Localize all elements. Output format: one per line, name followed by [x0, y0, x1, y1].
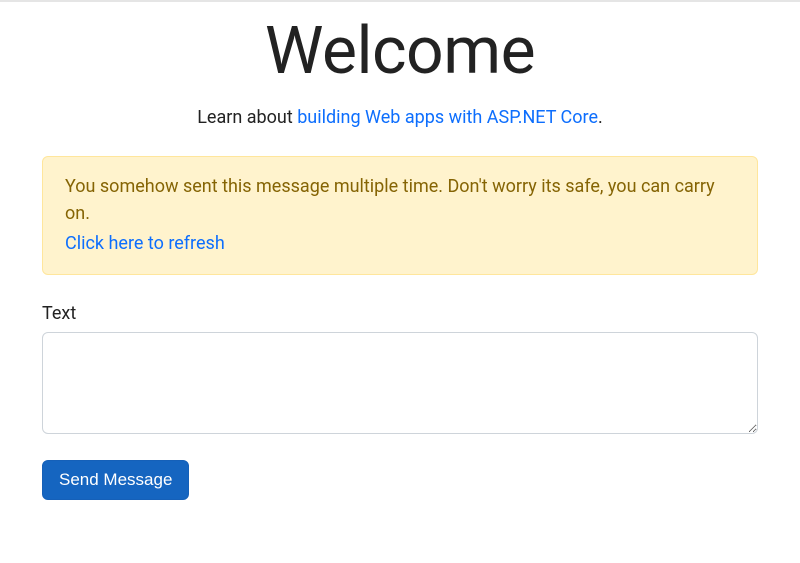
alert-message: You somehow sent this message multiple t… — [65, 176, 715, 225]
hero-section: Welcome Learn about building Web apps wi… — [42, 2, 758, 128]
subtitle: Learn about building Web apps with ASP.N… — [42, 107, 758, 128]
page-title: Welcome — [42, 16, 758, 89]
learn-link[interactable]: building Web apps with ASP.NET Core — [297, 107, 598, 128]
subtitle-prefix: Learn about — [197, 107, 297, 128]
text-input[interactable] — [42, 332, 758, 434]
subtitle-suffix: . — [598, 107, 603, 128]
refresh-link[interactable]: Click here to refresh — [65, 230, 735, 258]
warning-alert: You somehow sent this message multiple t… — [42, 156, 758, 276]
text-label: Text — [42, 303, 758, 324]
text-form-group: Text — [42, 303, 758, 438]
send-message-button[interactable]: Send Message — [42, 460, 189, 500]
